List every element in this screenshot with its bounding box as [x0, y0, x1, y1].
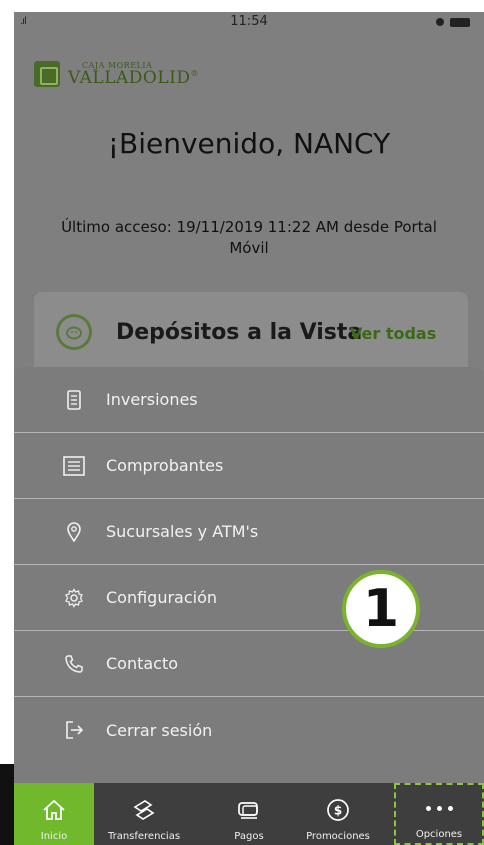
status-bar: .ıl 11:54 — [14, 12, 484, 34]
logo-mark-icon — [34, 61, 60, 87]
menu-item-label: Contacto — [106, 654, 179, 673]
logo-main-name: VALLADOLID — [68, 67, 191, 88]
tab-pagos[interactable]: Pagos — [214, 783, 284, 845]
tab-transferencias[interactable]: Transferencias — [94, 783, 194, 845]
margin-dark-strip — [0, 764, 14, 845]
gear-icon — [62, 586, 86, 610]
document-icon — [62, 388, 86, 412]
tab-inicio[interactable]: Inicio — [14, 783, 94, 845]
step-number-badge: 1 — [342, 570, 420, 648]
home-icon — [39, 797, 69, 823]
receipt-list-icon — [62, 454, 86, 478]
transfer-icon — [129, 797, 159, 823]
menu-item-comprobantes[interactable]: Comprobantes — [14, 433, 484, 499]
bank-logo: CAJA MORELIA VALLADOLID® — [34, 56, 199, 92]
dollar-coin-icon: $ — [323, 797, 353, 823]
tab-label: Pagos — [234, 831, 264, 842]
deposits-card-title: Depósitos a la Vista — [116, 320, 363, 345]
menu-item-label: Configuración — [106, 588, 218, 607]
logo-text: CAJA MORELIA VALLADOLID® — [68, 61, 199, 88]
svg-text:$: $ — [334, 804, 342, 818]
last-access-text: Último acceso: 19/11/2019 11:22 AM desde… — [61, 218, 437, 257]
bottom-tab-bar: Inicio Transferencias Pagos $ Promocione… — [14, 783, 484, 845]
status-time: 11:54 — [230, 14, 268, 29]
tab-opciones[interactable]: Opciones — [394, 783, 484, 845]
menu-item-label: Sucursales y ATM's — [106, 522, 259, 541]
battery-icon — [450, 18, 470, 27]
menu-item-inversiones[interactable]: Inversiones — [14, 367, 484, 433]
menu-item-label: Inversiones — [106, 390, 198, 409]
view-all-link[interactable]: Ver todas — [350, 324, 436, 343]
logout-icon — [62, 718, 86, 742]
phone-screen: .ıl 11:54 CAJA MORELIA VALLADOLID® ¡Bien… — [14, 12, 484, 845]
welcome-title: ¡Bienvenido, NANCY — [107, 127, 391, 160]
menu-item-cerrar-sesion[interactable]: Cerrar sesión — [14, 697, 484, 763]
menu-item-label: Comprobantes — [106, 456, 224, 475]
options-menu-sheet: Inversiones Comprobantes Sucursales y AT… — [14, 367, 484, 783]
phone-icon — [62, 652, 86, 676]
tab-label: Promociones — [306, 831, 370, 842]
piggy-bank-icon — [56, 314, 92, 350]
tab-label: Transferencias — [107, 831, 181, 842]
menu-item-label: Cerrar sesión — [106, 720, 213, 740]
menu-item-sucursales[interactable]: Sucursales y ATM's — [14, 499, 484, 565]
screenshot-left-margin — [0, 0, 14, 845]
tab-label: Inicio — [40, 831, 68, 842]
location-pin-icon — [62, 520, 86, 544]
alarm-icon — [436, 18, 444, 26]
tab-label: Opciones — [415, 829, 463, 840]
payment-card-icon — [234, 797, 264, 823]
more-dots-icon — [424, 795, 454, 821]
logo-registered-mark: ® — [190, 68, 199, 78]
logo-main-text: VALLADOLID® — [68, 67, 199, 88]
tab-promociones[interactable]: $ Promociones — [290, 783, 386, 845]
menu-item-contacto[interactable]: Contacto — [14, 631, 484, 697]
